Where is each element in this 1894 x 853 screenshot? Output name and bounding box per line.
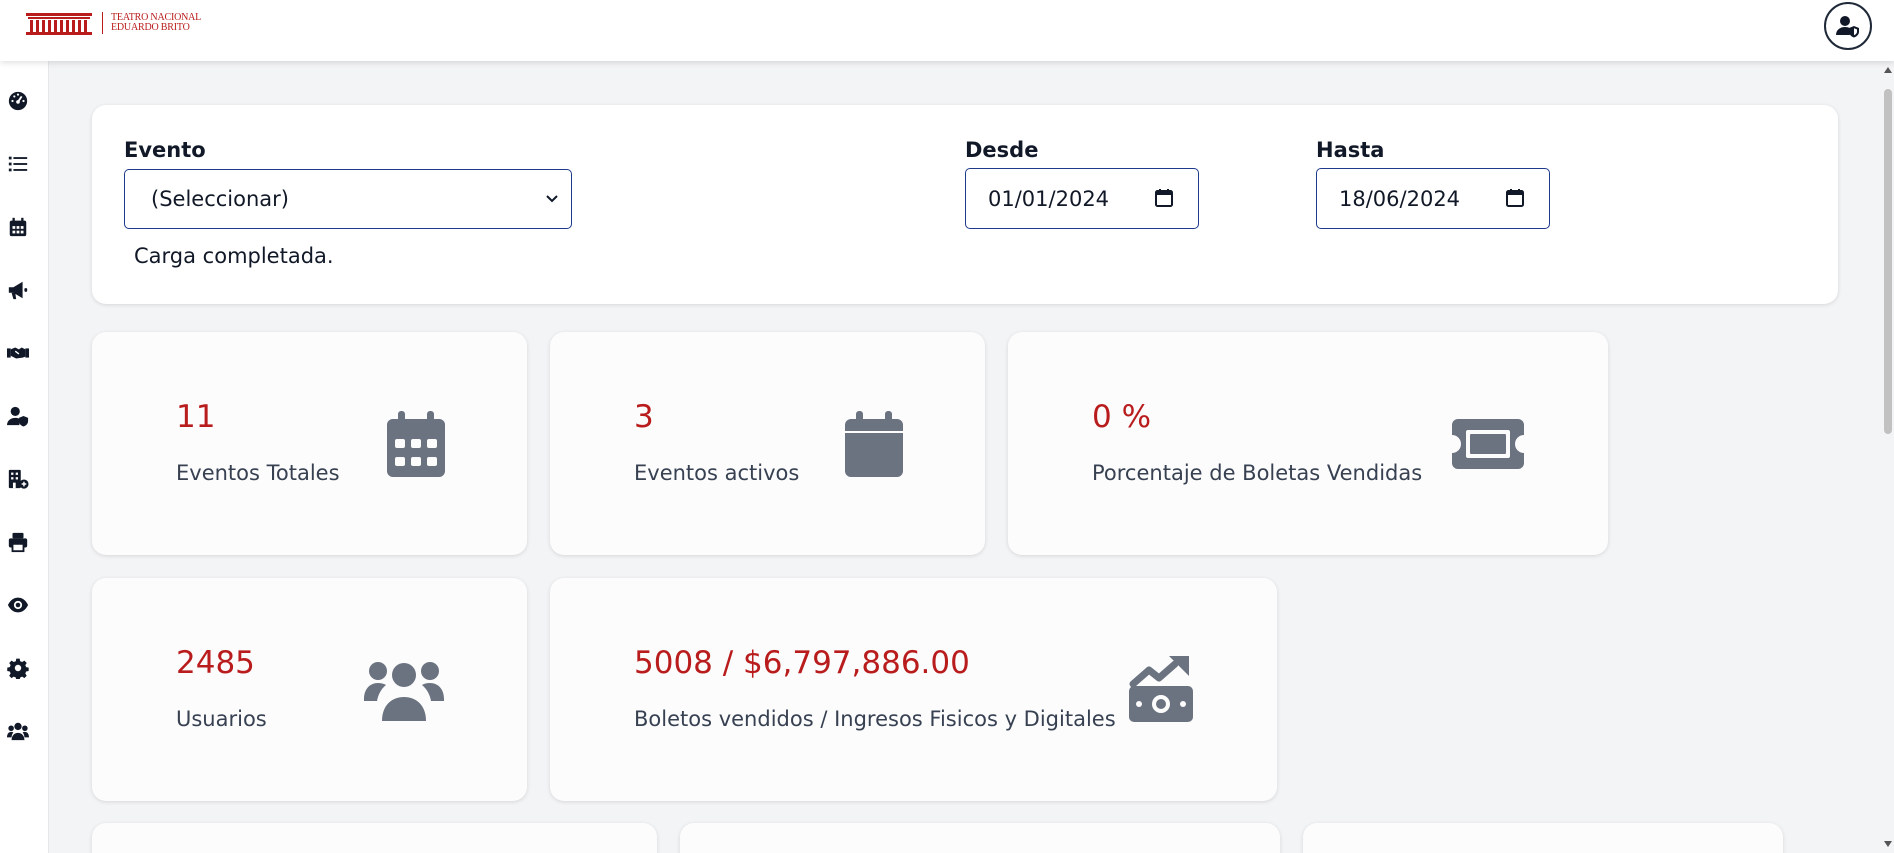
sidebar-item-list[interactable] [6, 152, 30, 176]
tickets-revenue-label: Boletos vendidos / Ingresos Fisicos y Di… [634, 707, 1116, 731]
to-date-input[interactable]: 18/06/2024 [1316, 168, 1550, 229]
scroll-down-arrow-icon[interactable] [1884, 841, 1892, 847]
to-date-label: Hasta [1316, 138, 1385, 162]
printer-icon [8, 532, 28, 553]
scroll-up-arrow-icon[interactable] [1884, 67, 1892, 73]
calendar-grid-icon [387, 411, 445, 481]
logo-text-line2: EDUARDO BRITO [111, 22, 190, 33]
from-date-label: Desde [965, 138, 1039, 162]
user-menu-button[interactable] [1824, 2, 1872, 50]
active-events-label: Eventos activos [634, 461, 800, 485]
sidebar-item-view[interactable] [6, 593, 30, 617]
logo-divider [102, 12, 103, 34]
theatre-logo[interactable]: TEATRO NACIONAL EDUARDO BRITO [24, 10, 201, 36]
page-scrollbar[interactable] [1882, 61, 1894, 853]
ticket-icon [1452, 419, 1524, 473]
sidebar-item-campaigns[interactable] [6, 278, 30, 302]
list-icon [8, 156, 28, 172]
logo-text: TEATRO NACIONAL EDUARDO BRITO [111, 13, 201, 33]
building-add-icon [8, 469, 29, 489]
user-shield-icon [7, 406, 29, 427]
calendar-picker-icon[interactable] [1154, 188, 1174, 208]
event-select[interactable]: (Seleccionar) [124, 169, 572, 229]
users-label: Usuarios [176, 707, 267, 731]
sold-percentage-value: 0 % [1092, 399, 1152, 435]
gear-icon [7, 658, 29, 679]
top-bar: TEATRO NACIONAL EDUARDO BRITO [0, 0, 1894, 61]
users-icon [364, 655, 444, 725]
bottom-card-2 [680, 823, 1280, 853]
sidebar-item-venues[interactable] [6, 467, 30, 491]
stat-card-total-events [92, 332, 527, 555]
to-date-value: 18/06/2024 [1339, 186, 1461, 211]
eye-icon [7, 597, 29, 613]
sidebar-item-team[interactable] [6, 719, 30, 743]
sidebar-item-calendar[interactable] [6, 215, 30, 239]
sidebar-item-print[interactable] [6, 530, 30, 554]
calendar-icon [845, 411, 903, 481]
megaphone-icon [8, 281, 28, 300]
dashboard-gauge-icon [8, 91, 28, 111]
sidebar-item-dashboard[interactable] [6, 89, 30, 113]
sold-percentage-label: Porcentaje de Boletas Vendidas [1092, 461, 1423, 485]
sidebar [0, 61, 49, 853]
stat-card-users [92, 578, 527, 801]
users-value: 2485 [176, 645, 255, 681]
from-date-value: 01/01/2024 [988, 186, 1110, 211]
stat-card-active-events [550, 332, 985, 555]
sidebar-item-settings[interactable] [6, 656, 30, 680]
bottom-card-1 [92, 823, 657, 853]
sidebar-item-partners[interactable] [6, 341, 30, 365]
tickets-revenue-value: 5008 / $6,797,886.00 [634, 645, 970, 681]
active-events-value: 3 [634, 399, 654, 435]
load-status-text: Carga completada. [134, 244, 334, 268]
total-events-value: 11 [176, 399, 216, 435]
sidebar-item-user-permissions[interactable] [6, 404, 30, 428]
event-select-value: (Seleccionar) [151, 187, 289, 211]
scroll-thumb[interactable] [1884, 89, 1892, 434]
user-shield-icon [1836, 16, 1859, 38]
handshake-icon [7, 347, 29, 359]
total-events-label: Eventos Totales [176, 461, 340, 485]
money-growth-icon [1129, 656, 1193, 726]
calendar-picker-icon[interactable] [1505, 188, 1525, 208]
theatre-building-icon [26, 13, 92, 35]
bottom-card-3 [1303, 823, 1783, 853]
chevron-down-icon [546, 195, 558, 203]
from-date-input[interactable]: 01/01/2024 [965, 168, 1199, 229]
event-label: Evento [124, 138, 206, 162]
calendar-icon [9, 217, 27, 237]
users-icon [7, 722, 29, 741]
